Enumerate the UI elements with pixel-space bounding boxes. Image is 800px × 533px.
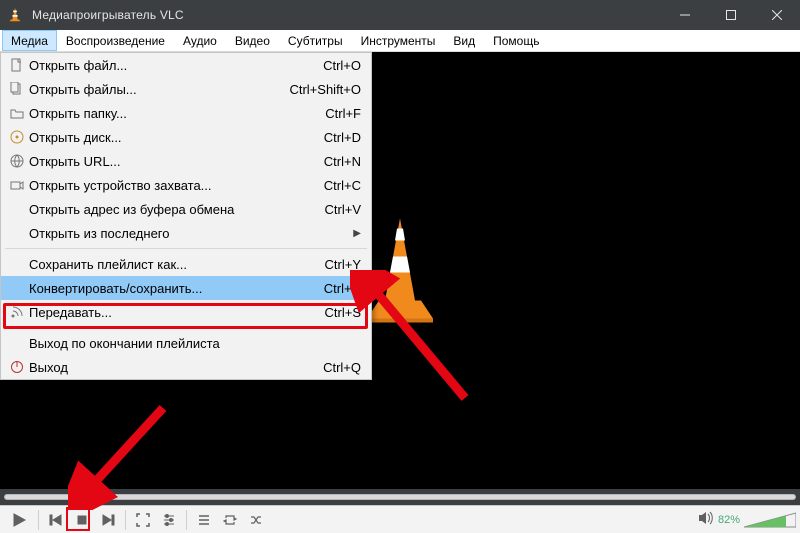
menuitem-quit-after-playlist[interactable]: Выход по окончании плейлиста (1, 331, 371, 355)
maximize-button[interactable] (708, 0, 754, 30)
titlebar: Медиапроигрыватель VLC (0, 0, 800, 30)
menu-playback-label: Воспроизведение (66, 34, 165, 48)
separator (186, 510, 187, 530)
menuitem-open-folder[interactable]: Открыть папку... Ctrl+F (1, 101, 371, 125)
file-icon (7, 58, 27, 72)
loop-button[interactable] (217, 509, 243, 531)
volume-slider[interactable] (744, 511, 796, 529)
window-title: Медиапроигрыватель VLC (32, 8, 184, 22)
menuitem-open-recent[interactable]: Открыть из последнего ▶ (1, 221, 371, 245)
speaker-icon[interactable] (698, 511, 714, 528)
menu-playback[interactable]: Воспроизведение (57, 30, 174, 51)
menu-media[interactable]: Медиа (2, 30, 57, 51)
separator (38, 510, 39, 530)
menu-separator (5, 327, 367, 328)
stream-icon (7, 305, 27, 319)
menuitem-label: Открыть из последнего (27, 226, 169, 241)
files-icon (7, 82, 27, 96)
menuitem-shortcut: Ctrl+Q (323, 360, 361, 375)
menuitem-shortcut: Ctrl+O (323, 58, 361, 73)
menuitem-shortcut: Ctrl+V (325, 202, 361, 217)
menuitem-label: Открыть файл... (27, 58, 127, 73)
menu-view[interactable]: Вид (444, 30, 484, 51)
menuitem-shortcut: Ctrl+F (325, 106, 361, 121)
menuitem-label: Открыть файлы... (27, 82, 137, 97)
menu-view-label: Вид (453, 34, 475, 48)
shuffle-button[interactable] (243, 509, 269, 531)
volume-percent: 82% (718, 514, 740, 526)
menuitem-label: Открыть адрес из буфера обмена (27, 202, 234, 217)
previous-button[interactable] (43, 509, 69, 531)
menuitem-open-files[interactable]: Открыть файлы... Ctrl+Shift+O (1, 77, 371, 101)
menuitem-shortcut: Ctrl+N (324, 154, 361, 169)
menuitem-quit[interactable]: Выход Ctrl+Q (1, 355, 371, 379)
vlc-cone-icon (6, 6, 24, 24)
menu-audio-label: Аудио (183, 34, 217, 48)
controls-bar: 82% (0, 505, 800, 533)
menu-video-label: Видео (235, 34, 270, 48)
stop-button[interactable] (69, 509, 95, 531)
menuitem-shortcut: Ctrl+S (325, 305, 361, 320)
menu-separator (5, 248, 367, 249)
menu-tools[interactable]: Инструменты (352, 30, 445, 51)
menuitem-shortcut: Ctrl+R (324, 281, 361, 296)
menuitem-open-disc[interactable]: Открыть диск... Ctrl+D (1, 125, 371, 149)
menuitem-shortcut: Ctrl+D (324, 130, 361, 145)
close-button[interactable] (754, 0, 800, 30)
volume-control: 82% (698, 511, 796, 529)
menuitem-stream[interactable]: Передавать... Ctrl+S (1, 300, 371, 324)
playback-cluster (4, 509, 269, 531)
menu-subtitles[interactable]: Субтитры (279, 30, 352, 51)
menu-tools-label: Инструменты (361, 34, 436, 48)
menuitem-open-capture[interactable]: Открыть устройство захвата... Ctrl+C (1, 173, 371, 197)
seek-bar[interactable] (4, 492, 796, 502)
menuitem-label: Открыть устройство захвата... (27, 178, 212, 193)
media-dropdown: Открыть файл... Ctrl+O Открыть файлы... … (0, 52, 372, 380)
menuitem-open-file[interactable]: Открыть файл... Ctrl+O (1, 53, 371, 77)
seek-knob[interactable] (69, 492, 79, 502)
folder-icon (7, 106, 27, 120)
menu-subtitles-label: Субтитры (288, 34, 343, 48)
menuitem-save-playlist[interactable]: Сохранить плейлист как... Ctrl+Y (1, 252, 371, 276)
menuitem-label: Конвертировать/сохранить... (27, 281, 202, 296)
capture-icon (7, 178, 27, 192)
next-button[interactable] (95, 509, 121, 531)
menuitem-label: Сохранить плейлист как... (27, 257, 187, 272)
extended-settings-button[interactable] (156, 509, 182, 531)
minimize-button[interactable] (662, 0, 708, 30)
fullscreen-button[interactable] (130, 509, 156, 531)
menu-help-label: Помощь (493, 34, 539, 48)
menuitem-label: Открыть URL... (27, 154, 121, 169)
menuitem-shortcut: Ctrl+Y (325, 257, 361, 272)
menuitem-label: Выход (27, 360, 68, 375)
menuitem-convert-save[interactable]: Конвертировать/сохранить... Ctrl+R (1, 276, 371, 300)
menuitem-open-clipboard[interactable]: Открыть адрес из буфера обмена Ctrl+V (1, 197, 371, 221)
menubar: Медиа Воспроизведение Аудио Видео Субтит… (0, 30, 800, 52)
menu-audio[interactable]: Аудио (174, 30, 226, 51)
menuitem-label: Передавать... (27, 305, 112, 320)
menuitem-open-url[interactable]: Открыть URL... Ctrl+N (1, 149, 371, 173)
disc-icon (7, 130, 27, 144)
quit-icon (7, 360, 27, 374)
menu-help[interactable]: Помощь (484, 30, 548, 51)
playlist-button[interactable] (191, 509, 217, 531)
play-button[interactable] (4, 509, 34, 531)
menuitem-label: Открыть папку... (27, 106, 127, 121)
menuitem-label: Выход по окончании плейлиста (27, 336, 220, 351)
menu-video[interactable]: Видео (226, 30, 279, 51)
menuitem-label: Открыть диск... (27, 130, 122, 145)
menuitem-shortcut: Ctrl+C (324, 178, 361, 193)
menu-media-label: Медиа (11, 34, 48, 48)
separator (125, 510, 126, 530)
window-buttons (662, 0, 800, 30)
menuitem-shortcut: Ctrl+Shift+O (289, 82, 361, 97)
network-icon (7, 154, 27, 168)
seek-track[interactable] (4, 494, 796, 500)
chevron-right-icon: ▶ (353, 228, 361, 239)
